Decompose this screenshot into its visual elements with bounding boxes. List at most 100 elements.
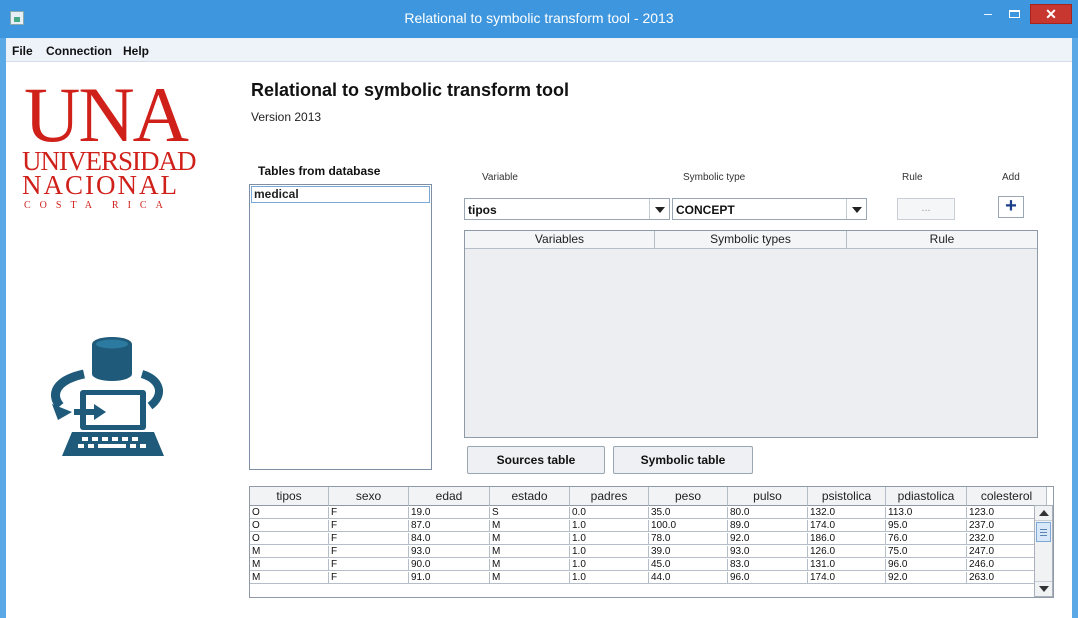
table-cell[interactable]: 0.0 — [570, 507, 649, 519]
variable-combo[interactable]: tipos — [464, 198, 670, 220]
column-header-pdiastolica[interactable]: pdiastolica — [886, 487, 967, 506]
column-header-tipos[interactable]: tipos — [250, 487, 329, 506]
table-cell[interactable]: 174.0 — [808, 572, 886, 584]
table-cell[interactable]: 76.0 — [886, 533, 967, 545]
table-cell[interactable]: O — [250, 507, 329, 519]
column-header-symbolic-types[interactable]: Symbolic types — [655, 231, 847, 249]
column-header-variables[interactable]: Variables — [465, 231, 655, 249]
column-header-pulso[interactable]: pulso — [728, 487, 808, 506]
table-cell[interactable]: F — [329, 546, 409, 558]
table-cell[interactable]: M — [490, 546, 570, 558]
table-cell[interactable]: F — [329, 507, 409, 519]
close-button[interactable]: ✕ — [1030, 4, 1072, 24]
table-cell[interactable]: M — [490, 520, 570, 532]
source-data-table[interactable]: tipos sexo edad estado padres peso pulso psisto… — [249, 486, 1054, 598]
table-cell[interactable]: M — [490, 559, 570, 571]
sources-table-button[interactable]: Sources table — [467, 446, 605, 474]
table-cell[interactable]: 84.0 — [409, 533, 490, 545]
table-cell[interactable]: 93.0 — [409, 546, 490, 558]
table-cell[interactable]: M — [490, 533, 570, 545]
column-header-psistolica[interactable]: psistolica — [808, 487, 886, 506]
table-cell[interactable]: 1.0 — [570, 572, 649, 584]
table-cell[interactable]: 90.0 — [409, 559, 490, 571]
table-cell[interactable]: 89.0 — [728, 520, 808, 532]
table-cell[interactable]: 113.0 — [886, 507, 967, 519]
table-cell[interactable]: 174.0 — [808, 520, 886, 532]
rule-button[interactable]: ... — [897, 198, 955, 220]
una-logo-text: UNA — [24, 71, 189, 158]
table-cell[interactable]: M — [250, 559, 329, 571]
maximize-icon — [1009, 10, 1020, 18]
add-button[interactable]: + — [998, 196, 1024, 218]
table-cell[interactable]: 80.0 — [728, 507, 808, 519]
table-cell[interactable]: 39.0 — [649, 546, 728, 558]
table-cell[interactable]: 92.0 — [886, 572, 967, 584]
table-cell[interactable]: 132.0 — [808, 507, 886, 519]
una-logo-costa-rica: COSTA RICA — [24, 200, 172, 211]
table-cell[interactable]: 131.0 — [808, 559, 886, 571]
vertical-scrollbar[interactable] — [1034, 505, 1053, 597]
table-cell[interactable]: M — [250, 572, 329, 584]
column-header-estado[interactable]: estado — [490, 487, 570, 506]
symbolic-type-combo[interactable]: CONCEPT — [672, 198, 867, 220]
column-header-padres[interactable]: padres — [570, 487, 649, 506]
table-cell[interactable]: S — [490, 507, 570, 519]
column-header-rule[interactable]: Rule — [847, 231, 1037, 249]
table-cell[interactable]: O — [250, 533, 329, 545]
table-cell[interactable]: 78.0 — [649, 533, 728, 545]
table-cell[interactable]: 186.0 — [808, 533, 886, 545]
table-cell[interactable]: 75.0 — [886, 546, 967, 558]
table-cell[interactable]: F — [329, 572, 409, 584]
table-cell[interactable]: 96.0 — [728, 572, 808, 584]
page-title: Relational to symbolic transform tool — [251, 80, 570, 100]
table-cell[interactable]: F — [329, 533, 409, 545]
table-cell[interactable]: F — [329, 520, 409, 532]
chevron-down-icon — [846, 199, 866, 219]
symbolic-type-value: CONCEPT — [676, 203, 735, 217]
table-cell[interactable]: 92.0 — [728, 533, 808, 545]
chevron-down-icon — [649, 199, 669, 219]
tables-list[interactable]: medical — [249, 184, 432, 470]
title-bar[interactable]: Relational to symbolic transform tool - … — [0, 0, 1078, 38]
maximize-button[interactable] — [1002, 6, 1026, 26]
menu-help[interactable]: Help — [123, 44, 149, 58]
table-cell[interactable]: 100.0 — [649, 520, 728, 532]
table-cell[interactable]: 35.0 — [649, 507, 728, 519]
table-cell[interactable]: 1.0 — [570, 559, 649, 571]
menu-bar: File Connection Help — [6, 38, 1072, 62]
table-cell[interactable]: 83.0 — [728, 559, 808, 571]
table-cell[interactable]: 93.0 — [728, 546, 808, 558]
minimize-button[interactable]: – — [976, 6, 1000, 26]
column-header-colesterol[interactable]: colesterol — [967, 487, 1047, 506]
rule-label: Rule — [902, 172, 923, 183]
table-cell[interactable]: 1.0 — [570, 520, 649, 532]
version-label: Version 2013 — [251, 110, 322, 124]
table-cell[interactable]: M — [250, 546, 329, 558]
column-header-sexo[interactable]: sexo — [329, 487, 409, 506]
table-cell[interactable]: 96.0 — [886, 559, 967, 571]
table-cell[interactable]: 126.0 — [808, 546, 886, 558]
menu-file[interactable]: File — [12, 44, 33, 58]
menu-connection[interactable]: Connection — [46, 44, 112, 58]
symbolic-type-label: Symbolic type — [683, 172, 746, 183]
column-header-peso[interactable]: peso — [649, 487, 728, 506]
scroll-thumb[interactable] — [1036, 522, 1051, 542]
table-cell[interactable]: 91.0 — [409, 572, 490, 584]
table-cell[interactable]: 87.0 — [409, 520, 490, 532]
table-cell[interactable]: 1.0 — [570, 546, 649, 558]
scroll-up-icon[interactable] — [1035, 506, 1052, 521]
table-cell[interactable]: F — [329, 559, 409, 571]
table-cell[interactable]: 1.0 — [570, 533, 649, 545]
table-list-item[interactable]: medical — [251, 186, 430, 203]
variables-table[interactable]: Variables Symbolic types Rule — [464, 230, 1038, 438]
window-title: Relational to symbolic transform tool - … — [404, 10, 674, 26]
column-header-edad[interactable]: edad — [409, 487, 490, 506]
table-cell[interactable]: O — [250, 520, 329, 532]
table-cell[interactable]: 95.0 — [886, 520, 967, 532]
table-cell[interactable]: M — [490, 572, 570, 584]
scroll-down-icon[interactable] — [1035, 581, 1052, 596]
symbolic-table-button[interactable]: Symbolic table — [613, 446, 753, 474]
table-cell[interactable]: 44.0 — [649, 572, 728, 584]
table-cell[interactable]: 19.0 — [409, 507, 490, 519]
table-cell[interactable]: 45.0 — [649, 559, 728, 571]
